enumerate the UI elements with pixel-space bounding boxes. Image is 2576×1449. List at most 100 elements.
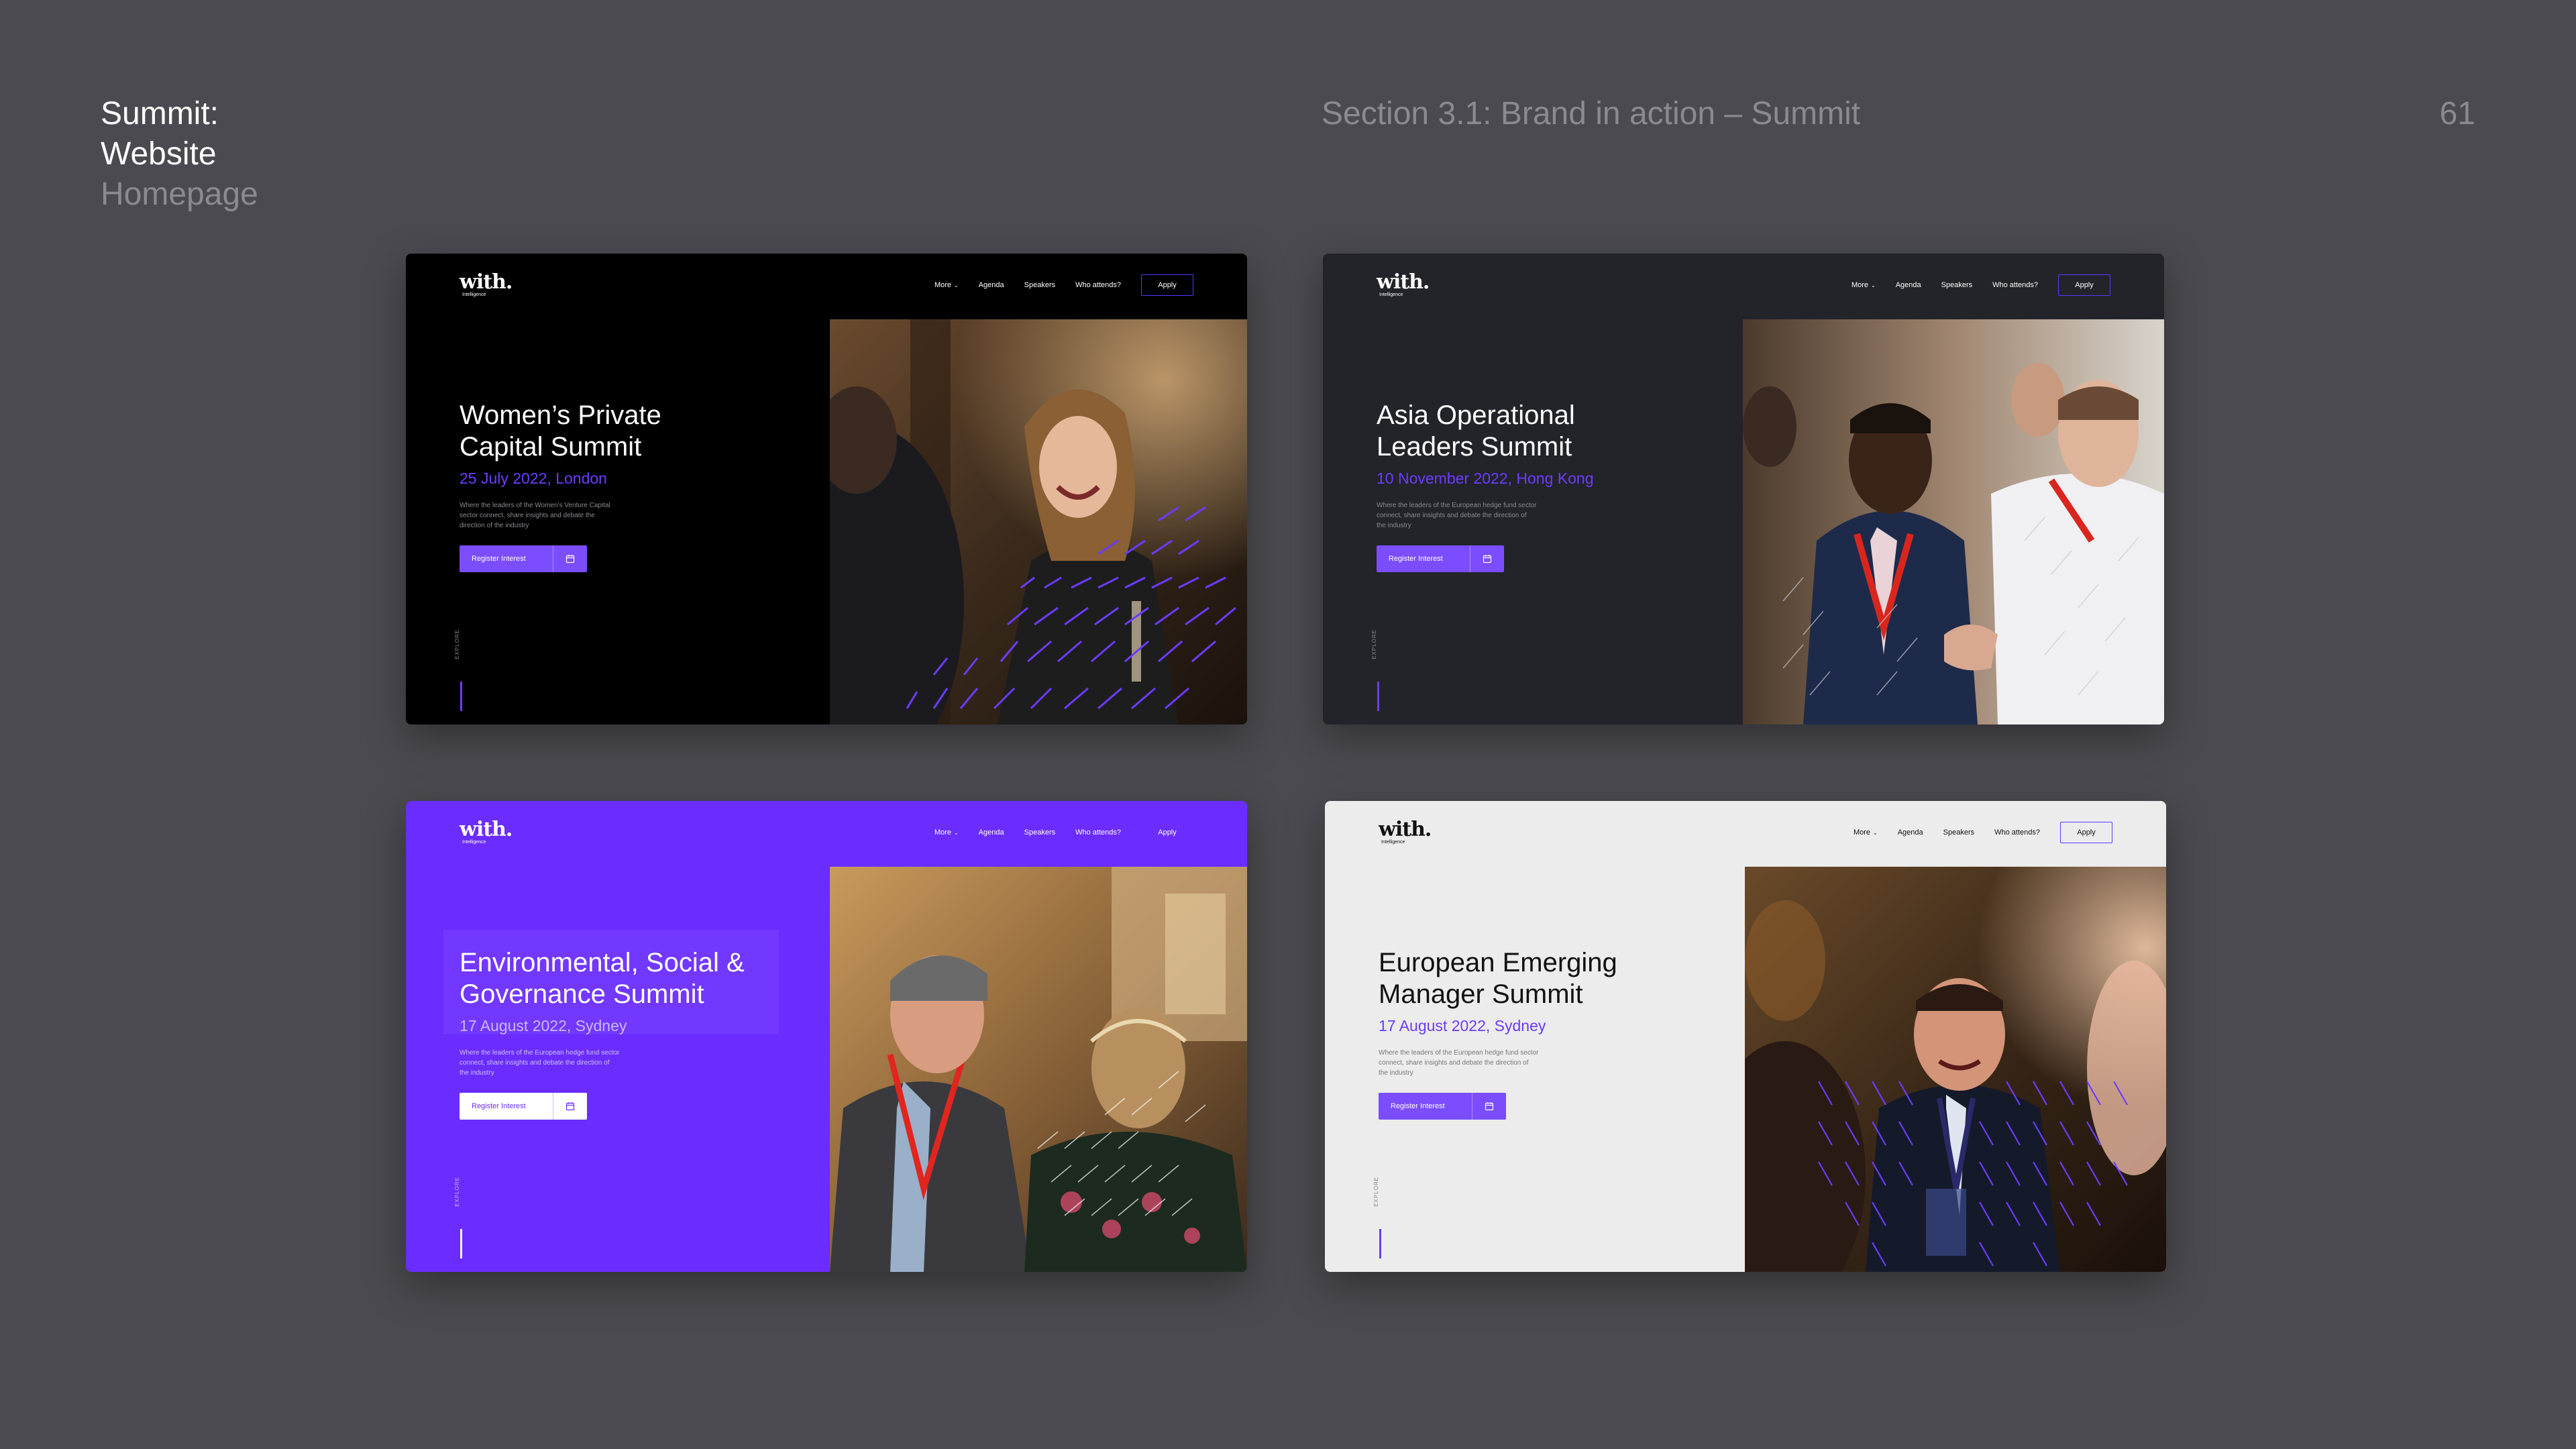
nav-item-more[interactable]: More ⌄ (1851, 281, 1876, 289)
website-mockup-asia-operational-leaders: with. Intelligence More ⌄ Agenda Speaker… (1323, 254, 2164, 724)
section-title: Section 3.1: Brand in action – Summit (1322, 96, 1861, 131)
register-interest-button[interactable]: Register Interest (460, 545, 587, 572)
nav-item-label: Agenda (978, 828, 1004, 837)
nav-item-label: Speakers (1024, 828, 1056, 837)
nav-item-who-attends[interactable]: Who attends? (1075, 828, 1121, 837)
nav-item-label: Agenda (1897, 828, 1923, 837)
explore-line (1377, 682, 1379, 711)
apply-button[interactable]: Apply (1141, 822, 1193, 843)
hero: Environmental, Social & Governance Summi… (460, 947, 808, 1120)
register-interest-label: Register Interest (472, 555, 526, 563)
explore-label: EXPLORE (1371, 629, 1377, 659)
nav-item-label: More (934, 828, 951, 837)
hero-description: Where the leaders of the Women’s Venture… (460, 502, 610, 529)
nav-item-speakers[interactable]: Speakers (1941, 281, 1972, 289)
hero-photo (830, 867, 1247, 1272)
hero: Asia Operational Leaders Summit 10 Novem… (1377, 400, 1725, 572)
hero-title: Asia Operational Leaders Summit (1377, 400, 1575, 462)
explore-label: EXPLORE (454, 629, 460, 659)
nav-item-label: More (934, 281, 951, 289)
website-mockup-esg-summit: with. Intelligence More ⌄ Agenda Speaker… (406, 801, 1247, 1272)
calendar-icon (553, 1093, 587, 1120)
hero: European Emerging Manager Summit 17 Augu… (1379, 947, 1727, 1120)
nav-item-label: Speakers (1943, 828, 1975, 837)
main-nav: More ⌄ Agenda Speakers Who attends? Appl… (934, 821, 1193, 844)
hero-photo (830, 319, 1247, 724)
main-nav: More ⌄ Agenda Speakers Who attends? Appl… (1851, 274, 2110, 297)
nav-item-more[interactable]: More ⌄ (934, 281, 959, 289)
main-nav: More ⌄ Agenda Speakers Who attends? Appl… (934, 274, 1193, 297)
logo-word: with. (460, 818, 513, 841)
nav-item-agenda[interactable]: Agenda (1898, 828, 1923, 837)
nav-item-speakers[interactable]: Speakers (1943, 828, 1974, 837)
hero-title: Environmental, Social & Governance Summi… (460, 948, 745, 1009)
nav-item-label: More (1851, 281, 1868, 289)
hero-description: Where the leaders of the European hedge … (1377, 502, 1537, 529)
calendar-icon (553, 545, 587, 572)
hero-title: European Emerging Manager Summit (1379, 948, 1617, 1009)
nav-item-label: Who attends? (1075, 281, 1121, 289)
explore-label: EXPLORE (1373, 1177, 1379, 1207)
page-number: 61 (2439, 96, 2475, 131)
nav-item-more[interactable]: More ⌄ (934, 828, 959, 837)
logo-word: with. (460, 270, 513, 294)
explore-scroll-indicator[interactable]: EXPLORE (1371, 629, 1386, 711)
nav-item-agenda[interactable]: Agenda (979, 828, 1004, 837)
register-interest-button[interactable]: Register Interest (1379, 1093, 1506, 1120)
logo-word: with. (1377, 270, 1430, 294)
explore-line (460, 682, 462, 711)
chevron-down-icon: ⌄ (954, 829, 959, 836)
explore-label: EXPLORE (454, 1177, 460, 1207)
explore-scroll-indicator[interactable]: EXPLORE (1373, 1177, 1388, 1258)
nav-item-who-attends[interactable]: Who attends? (1992, 281, 2038, 289)
logo[interactable]: with. Intelligence (460, 818, 513, 845)
chevron-down-icon: ⌄ (954, 282, 959, 288)
chevron-down-icon: ⌄ (1871, 282, 1876, 288)
slide-meta-line-2: Website (101, 136, 217, 172)
main-nav: More ⌄ Agenda Speakers Who attends? Appl… (1854, 821, 2112, 844)
nav-item-agenda[interactable]: Agenda (979, 281, 1004, 289)
nav-item-label: Agenda (978, 281, 1004, 289)
explore-line (460, 1229, 462, 1258)
logo[interactable]: with. Intelligence (460, 270, 513, 298)
apply-button[interactable]: Apply (2060, 822, 2112, 843)
nav-item-speakers[interactable]: Speakers (1024, 828, 1055, 837)
calendar-icon (1472, 1093, 1506, 1120)
hero-date: 17 August 2022, Sydney (460, 1017, 627, 1034)
nav-item-speakers[interactable]: Speakers (1024, 281, 1055, 289)
slide-meta-line-1: Summit: (101, 96, 219, 131)
register-interest-button[interactable]: Register Interest (460, 1093, 587, 1120)
logo[interactable]: with. Intelligence (1377, 270, 1430, 298)
nav-item-label: Who attends? (1992, 281, 2038, 289)
website-mockup-european-emerging-manager: with. Intelligence More ⌄ Agenda Speaker… (1325, 801, 2166, 1272)
hero-photo (1743, 319, 2164, 724)
nav-item-label: Speakers (1941, 281, 1973, 289)
slide-meta: Summit: Website Homepage (101, 94, 258, 215)
explore-line (1379, 1229, 1381, 1258)
nav-item-label: Who attends? (1994, 828, 2040, 837)
hero-date: 17 August 2022, Sydney (1379, 1017, 1546, 1034)
register-interest-button[interactable]: Register Interest (1377, 545, 1504, 572)
nav-item-label: Agenda (1895, 281, 1921, 289)
nav-item-more[interactable]: More ⌄ (1854, 828, 1878, 837)
slide-meta-line-3: Homepage (101, 176, 258, 212)
hero-title: Women’s Private Capital Summit (460, 400, 661, 462)
nav-item-label: Speakers (1024, 281, 1056, 289)
register-interest-label: Register Interest (1389, 555, 1443, 563)
nav-item-agenda[interactable]: Agenda (1896, 281, 1921, 289)
explore-scroll-indicator[interactable]: EXPLORE (454, 1177, 469, 1258)
website-mockup-womens-private-capital: with. Intelligence More ⌄ Agenda Speaker… (406, 254, 1247, 724)
hero-description: Where the leaders of the European hedge … (1379, 1049, 1539, 1077)
hero-description: Where the leaders of the European hedge … (460, 1049, 620, 1077)
hero-date: 10 November 2022, Hong Kong (1377, 470, 1594, 487)
calendar-icon (1470, 545, 1504, 572)
nav-item-who-attends[interactable]: Who attends? (1994, 828, 2040, 837)
apply-button[interactable]: Apply (1141, 274, 1193, 296)
nav-item-label: More (1853, 828, 1870, 837)
explore-scroll-indicator[interactable]: EXPLORE (454, 629, 469, 711)
register-interest-label: Register Interest (472, 1102, 526, 1110)
nav-item-who-attends[interactable]: Who attends? (1075, 281, 1121, 289)
logo[interactable]: with. Intelligence (1379, 818, 1432, 845)
apply-button[interactable]: Apply (2058, 274, 2110, 296)
hero: Women’s Private Capital Summit 25 July 2… (460, 400, 808, 572)
